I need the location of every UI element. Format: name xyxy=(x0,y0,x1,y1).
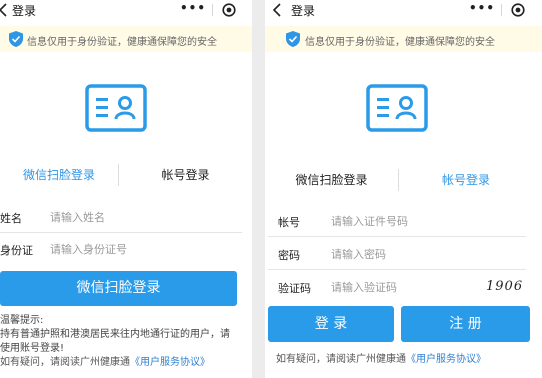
tab-face-login[interactable]: 微信扫脸登录 xyxy=(0,160,118,190)
capsule-divider xyxy=(212,4,213,16)
id-card-icon xyxy=(85,84,147,132)
footer-prefix: 如有疑问，请阅读广州健康通 xyxy=(276,354,406,365)
tab-account-login[interactable]: 帐号登录 xyxy=(119,160,252,190)
security-notice: 信息仅用于身份验证，健康通保障您的安全 xyxy=(265,26,542,52)
name-input[interactable] xyxy=(50,205,235,229)
password-row: 密码 xyxy=(268,238,526,270)
notice-text: 信息仅用于身份验证，健康通保障您的安全 xyxy=(305,37,495,48)
more-dots-icon[interactable]: ••• xyxy=(180,1,206,15)
tips-line-1: 持有普通护照和港澳居民来往内地通行证的用户，请 xyxy=(0,329,230,340)
id-number-input[interactable] xyxy=(50,237,235,261)
back-chevron-icon[interactable] xyxy=(272,3,284,17)
row-divider xyxy=(268,269,526,270)
id-number-label: 身份证 xyxy=(0,244,33,257)
captcha-input[interactable] xyxy=(331,275,471,299)
capsule-divider xyxy=(501,4,502,16)
user-agreement-link[interactable]: 《用户服务协议》 xyxy=(406,354,486,365)
name-row: 姓名 xyxy=(0,201,242,233)
account-input[interactable] xyxy=(331,209,516,233)
shield-check-icon xyxy=(286,31,300,47)
nav-bar: 登录 ••• xyxy=(0,0,252,20)
tab-account-login[interactable]: 帐号登录 xyxy=(399,165,533,195)
captcha-row: 验证码 1906 xyxy=(268,271,526,303)
agreement-footer: 如有疑问，请阅读广州健康通《用户服务协议》 xyxy=(276,350,486,365)
tips-line-2: 使用账号登录! xyxy=(0,343,65,354)
user-agreement-link[interactable]: 《用户服务协议》 xyxy=(130,357,210,368)
name-label: 姓名 xyxy=(0,212,22,225)
captcha-label: 验证码 xyxy=(278,282,311,295)
register-button[interactable]: 注 册 xyxy=(401,306,530,342)
id-number-row: 身份证 xyxy=(0,233,242,265)
target-circle-icon[interactable] xyxy=(511,3,525,17)
nav-title: 登录 xyxy=(291,4,316,18)
login-tabs: 微信扫脸登录 帐号登录 xyxy=(265,165,542,195)
mini-program-capsule: ••• xyxy=(172,0,252,20)
password-input[interactable] xyxy=(331,242,516,266)
password-label: 密码 xyxy=(278,249,300,262)
row-divider xyxy=(268,236,526,237)
nav-title: 登录 xyxy=(12,4,37,18)
security-notice: 信息仅用于身份验证，健康通保障您的安全 xyxy=(0,26,252,52)
login-button[interactable]: 登 录 xyxy=(268,306,394,342)
login-tabs: 微信扫脸登录 帐号登录 xyxy=(0,160,252,190)
captcha-image[interactable]: 1906 xyxy=(486,279,523,294)
face-scan-login-button[interactable]: 微信扫脸登录 xyxy=(0,271,237,306)
target-circle-icon[interactable] xyxy=(222,3,236,17)
face-login-screen: 登录 ••• 信息仅用于身份验证，健康通保障您的安全 微信扫脸登录 帐号登录 姓… xyxy=(0,0,252,378)
tab-face-login[interactable]: 微信扫脸登录 xyxy=(265,165,398,195)
notice-text: 信息仅用于身份验证，健康通保障您的安全 xyxy=(27,37,217,48)
footer-prefix: 如有疑问，请阅读广州健康通 xyxy=(0,357,130,368)
shield-check-icon xyxy=(9,31,23,47)
id-card-icon xyxy=(366,84,428,132)
account-row: 帐号 xyxy=(268,205,526,237)
nav-bar: 登录 ••• xyxy=(265,0,542,20)
agreement-footer: 如有疑问，请阅读广州健康通《用户服务协议》 xyxy=(0,356,250,370)
account-label: 帐号 xyxy=(278,216,300,229)
back-chevron-icon[interactable] xyxy=(0,3,10,17)
mini-program-capsule: ••• xyxy=(461,0,541,20)
tips-block: 温馨提示: 持有普通护照和港澳居民来往内地通行证的用户，请 使用账号登录! 如有… xyxy=(0,314,250,370)
account-login-screen: 登录 ••• 信息仅用于身份验证，健康通保障您的安全 微信扫脸登录 帐号登录 帐… xyxy=(265,0,542,378)
tips-title: 温馨提示: xyxy=(0,315,44,326)
more-dots-icon[interactable]: ••• xyxy=(469,1,495,15)
